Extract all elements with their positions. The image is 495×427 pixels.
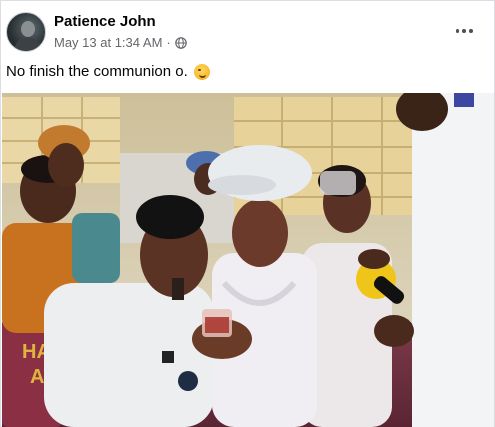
post-timestamp[interactable]: May 13 at 1:34 AM: [54, 35, 162, 50]
post-header: Patience John May 13 at 1:34 AM ·: [1, 1, 494, 61]
avatar[interactable]: [6, 12, 46, 52]
photo-image: HA A: [2, 93, 494, 427]
more-options-icon[interactable]: [454, 21, 474, 41]
facebook-post: Patience John May 13 at 1:34 AM · No fin…: [0, 0, 495, 427]
meta-separator: ·: [166, 35, 171, 50]
post-meta: May 13 at 1:34 AM ·: [54, 35, 187, 50]
post-text: No finish the communion o.: [6, 63, 210, 80]
globe-icon[interactable]: [174, 37, 187, 49]
winking-tongue-emoji-icon: [193, 63, 210, 80]
avatar-head: [21, 21, 35, 37]
svg-text:A: A: [30, 366, 44, 388]
avatar-shoulders: [14, 37, 42, 51]
author-name[interactable]: Patience John: [54, 13, 156, 30]
post-message: No finish the communion o.: [6, 63, 188, 80]
post-photo[interactable]: HA A: [2, 93, 494, 427]
